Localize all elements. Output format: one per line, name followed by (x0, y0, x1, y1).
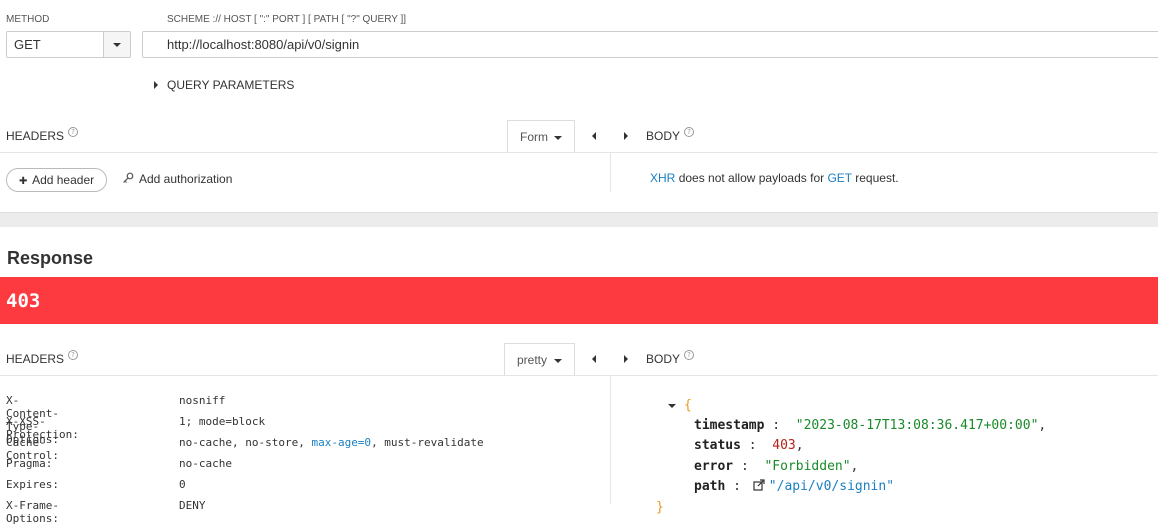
json-key: timestamp (694, 418, 765, 433)
json-field: path : "/api/v0/signin" (694, 479, 895, 494)
divider (0, 375, 1158, 376)
body-note-middle: does not allow payloads for (678, 171, 825, 185)
status-bar (0, 277, 1158, 324)
response-headers-label: HEADERS (6, 352, 65, 366)
plus-icon: ✚ (19, 176, 28, 187)
add-authorization-label: Add authorization (139, 172, 233, 186)
json-string-value: "2023-08-17T13:08:36.417+00:00" (795, 418, 1039, 433)
header-key: Pragma: (6, 457, 53, 470)
header-value: no-cache, no-store, max-age=0, must-reva… (179, 436, 484, 449)
json-string-value: "Forbidden" (764, 459, 851, 474)
external-link-icon[interactable] (753, 479, 765, 491)
body-note-end: request. (855, 171, 899, 185)
headers-mode-dropdown[interactable]: Form (507, 120, 575, 152)
collapse-left-icon[interactable] (592, 132, 596, 140)
json-key: path (694, 479, 726, 494)
header-value: 1; mode=block (179, 415, 266, 428)
caret-right-icon (154, 81, 158, 89)
response-headers-mode-label: pretty (517, 353, 548, 367)
collapse-json-icon[interactable] (668, 404, 676, 408)
json-close-brace: } (656, 500, 664, 515)
query-parameters-toggle[interactable]: QUERY PARAMETERS (153, 78, 303, 92)
help-icon[interactable]: ? (68, 127, 79, 137)
json-open-brace: { (684, 398, 692, 413)
header-value: 0 (179, 478, 186, 491)
max-age-link[interactable]: max-age=0 (311, 436, 371, 449)
header-value: nosniff (179, 394, 226, 407)
collapse-left-icon[interactable] (592, 355, 596, 363)
divider (610, 152, 611, 192)
url-label: SCHEME :// HOST [ ":" PORT ] [ PATH [ "?… (167, 14, 407, 25)
chevron-down-icon (554, 136, 562, 140)
request-body-title: BODY? (646, 127, 695, 143)
json-field: error : "Forbidden", (694, 459, 859, 474)
help-icon[interactable]: ? (684, 350, 695, 360)
response-body-title: BODY? (646, 350, 695, 366)
json-field: status : 403, (694, 438, 804, 453)
body-note: XHR does not allow payloads for GET requ… (650, 171, 899, 185)
header-key: Expires: (6, 478, 59, 491)
response-title: Response (7, 248, 94, 268)
header-value-part: , must-revalidate (371, 436, 484, 449)
get-link[interactable]: GET (827, 171, 851, 185)
expand-right-icon[interactable] (624, 132, 628, 140)
add-header-label: Add header (32, 173, 95, 187)
key-icon (123, 172, 134, 183)
query-parameters-label: QUERY PARAMETERS (167, 78, 295, 92)
header-value: no-cache (179, 457, 232, 470)
status-code: 403 (6, 290, 41, 312)
header-value-part: no-cache, no-store, (179, 436, 312, 449)
json-path-link[interactable]: "/api/v0/signin" (769, 479, 894, 494)
response-body-label: BODY (646, 352, 681, 366)
method-select[interactable]: GET (6, 31, 104, 58)
help-icon[interactable]: ? (68, 350, 79, 360)
help-icon[interactable]: ? (684, 127, 695, 137)
request-body-label: BODY (646, 129, 681, 143)
headers-mode-label: Form (520, 130, 548, 144)
response-headers-mode-dropdown[interactable]: pretty (504, 343, 575, 375)
json-key: status (694, 438, 741, 453)
chevron-down-icon (554, 359, 562, 363)
add-header-button[interactable]: ✚ Add header (6, 168, 107, 192)
divider (610, 375, 611, 504)
json-key: error (694, 459, 734, 474)
header-value: DENY (179, 499, 206, 512)
json-field: timestamp : "2023-08-17T13:08:36.417+00:… (694, 418, 1047, 433)
section-divider (0, 212, 1158, 227)
url-input[interactable]: http://localhost:8080/api/v0/signin (142, 31, 1158, 58)
response-headers-title: HEADERS? (6, 350, 79, 366)
expand-right-icon[interactable] (624, 355, 628, 363)
chevron-down-icon (113, 43, 121, 47)
method-label: METHOD (6, 14, 50, 25)
divider (0, 152, 1158, 153)
json-number-value: 403 (772, 438, 796, 453)
header-key: X-Frame-Options: (6, 499, 59, 525)
request-headers-title: HEADERS? (6, 127, 79, 143)
method-dropdown-button[interactable] (104, 31, 131, 58)
request-headers-label: HEADERS (6, 129, 65, 143)
xhr-link[interactable]: XHR (650, 171, 675, 185)
